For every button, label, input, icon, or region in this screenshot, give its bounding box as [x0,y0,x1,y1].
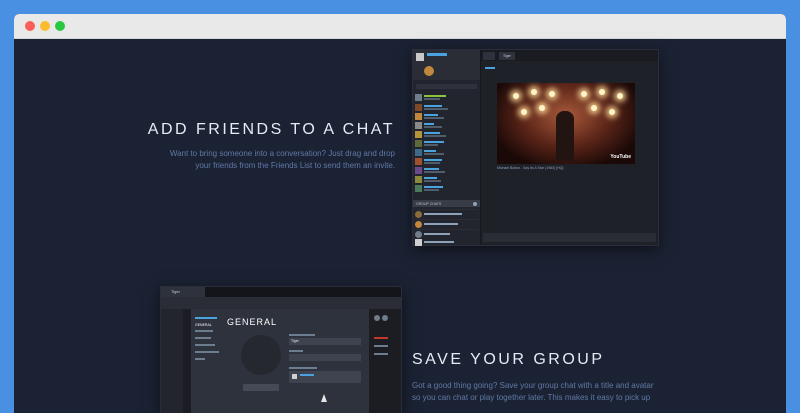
group-settings-screenshot: Tiger GENERAL GENERAL Tiger [160,286,402,413]
member-status [374,345,388,347]
member-status [374,337,388,339]
performer-figure [556,111,574,161]
video-embed[interactable]: YouTube [497,83,635,164]
friend-row[interactable] [415,131,478,139]
maximize-window-button[interactable] [55,21,65,31]
group-nav-heading [195,317,217,319]
game-badge-icon [424,66,434,76]
add-group-icon[interactable] [473,201,477,206]
video-thumbnail [497,83,635,164]
browser-titlebar [14,14,786,39]
user-avatar [416,53,424,61]
group-nav-item[interactable] [195,358,205,360]
group-avatar-placeholder[interactable] [241,335,281,375]
chat-screenshot: GROUP CHATS Tiger YouTube Michael Bolton… [412,49,659,246]
group-nav-general[interactable]: GENERAL [195,323,212,327]
group-name-field[interactable]: Tiger [289,338,361,345]
member-avatar[interactable] [374,315,380,321]
feature-description-add-friends: Want to bring someone into a conversatio… [169,149,395,170]
group-nav-item[interactable] [195,337,211,339]
friend-row[interactable] [415,94,478,102]
username-placeholder [427,53,447,56]
minimize-window-button[interactable] [40,21,50,31]
friend-row[interactable] [415,158,478,166]
feature-description-save-group: Got a good thing going? Save your group … [412,381,654,402]
friend-row[interactable] [415,113,478,121]
friends-list-header [413,50,480,80]
group-chats-header[interactable]: GROUP CHATS [413,200,480,207]
group-tab-label: Tiger [171,289,180,294]
friends-search-input[interactable] [416,84,477,89]
group-name-label [289,334,315,336]
group-chat-row[interactable] [415,219,478,229]
member-avatar[interactable] [382,315,388,321]
browser-window: ADD FRIENDS TO A CHAT Want to bring some… [14,14,786,413]
group-chats-label: GROUP CHATS [416,201,442,206]
feature-title-add-friends: ADD FRIENDS TO A CHAT [147,121,395,138]
feature-title-save-group: SAVE YOUR GROUP [412,351,605,368]
friend-row[interactable] [415,176,478,184]
youtube-badge: YouTube [610,154,631,160]
member-status [374,353,388,355]
chat-message-author [485,67,495,69]
video-caption: Michael Bolton - Say Its A Star (1983) [… [497,166,564,170]
tagline-field[interactable] [289,354,361,361]
group-name-value: Tiger [291,339,299,343]
group-chat-row[interactable] [415,238,478,247]
default-channel-field[interactable] [289,371,361,383]
group-nav-item[interactable] [195,344,215,346]
close-window-button[interactable] [25,21,35,31]
chat-tab-tiger[interactable]: Tiger [499,52,515,60]
group-tabs: Tiger [161,287,401,297]
mouse-cursor-icon [321,394,327,402]
group-nav-item[interactable] [195,330,213,332]
friend-row[interactable] [415,185,478,193]
friend-row[interactable] [415,167,478,175]
default-channel-label [289,367,317,369]
group-tab-tiger[interactable]: Tiger [161,287,205,297]
upload-avatar-button[interactable] [243,384,279,391]
friend-row[interactable] [415,149,478,157]
tagline-label [289,350,303,352]
group-chat-row[interactable] [415,209,478,219]
friend-row[interactable] [415,122,478,130]
group-side-strip [161,309,183,413]
group-nav-item[interactable] [195,351,219,353]
channel-name [300,374,314,376]
friend-row[interactable] [415,140,478,148]
group-subheader [161,297,401,309]
chat-tabs: Tiger [481,50,658,61]
friend-row[interactable] [415,104,478,112]
friends-list-panel: GROUP CHATS [413,50,481,247]
chat-message-input[interactable] [483,233,656,242]
channel-icon [292,374,297,379]
chat-tab-inactive[interactable] [483,52,495,60]
chat-tab-label: Tiger [503,54,511,58]
group-section-title: GENERAL [227,317,278,327]
